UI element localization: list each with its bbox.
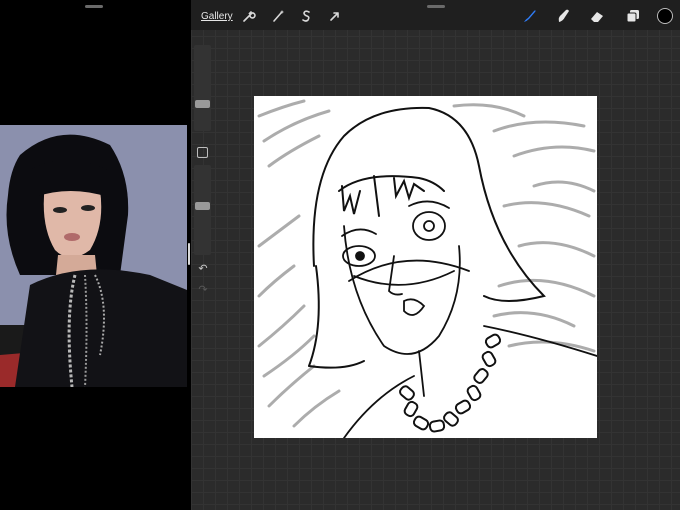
redo-icon[interactable]: ↷: [196, 283, 210, 297]
drawing-canvas[interactable]: [254, 96, 597, 438]
wrench-icon[interactable]: [240, 8, 256, 24]
reference-photo: [0, 125, 187, 387]
sketch-artwork: [257, 99, 597, 438]
opacity-thumb[interactable]: [195, 202, 210, 210]
side-slider-bar: ↶ ↷: [194, 45, 211, 300]
magic-wand-icon[interactable]: [270, 8, 286, 24]
selection-s-icon[interactable]: [298, 8, 314, 24]
top-toolbar: Gallery: [191, 0, 680, 30]
brush-icon[interactable]: [521, 8, 537, 24]
split-view-divider[interactable]: [188, 243, 190, 265]
app-drag-handle[interactable]: [427, 5, 445, 8]
gallery-button[interactable]: Gallery: [201, 11, 233, 22]
reference-pane: [0, 0, 191, 510]
smudge-icon[interactable]: [555, 8, 571, 24]
pane-drag-handle[interactable]: [85, 5, 103, 8]
undo-icon[interactable]: ↶: [196, 262, 210, 276]
brush-size-thumb[interactable]: [195, 100, 210, 108]
brush-size-slider[interactable]: [194, 45, 211, 131]
procreate-app: Gallery ↶ ↷: [191, 0, 680, 510]
opacity-slider[interactable]: [194, 165, 211, 255]
modify-button[interactable]: [197, 147, 208, 158]
eraser-icon[interactable]: [589, 8, 605, 24]
color-picker-button[interactable]: [657, 8, 673, 24]
arrow-cursor-icon[interactable]: [327, 8, 343, 24]
layers-icon[interactable]: [625, 8, 641, 24]
